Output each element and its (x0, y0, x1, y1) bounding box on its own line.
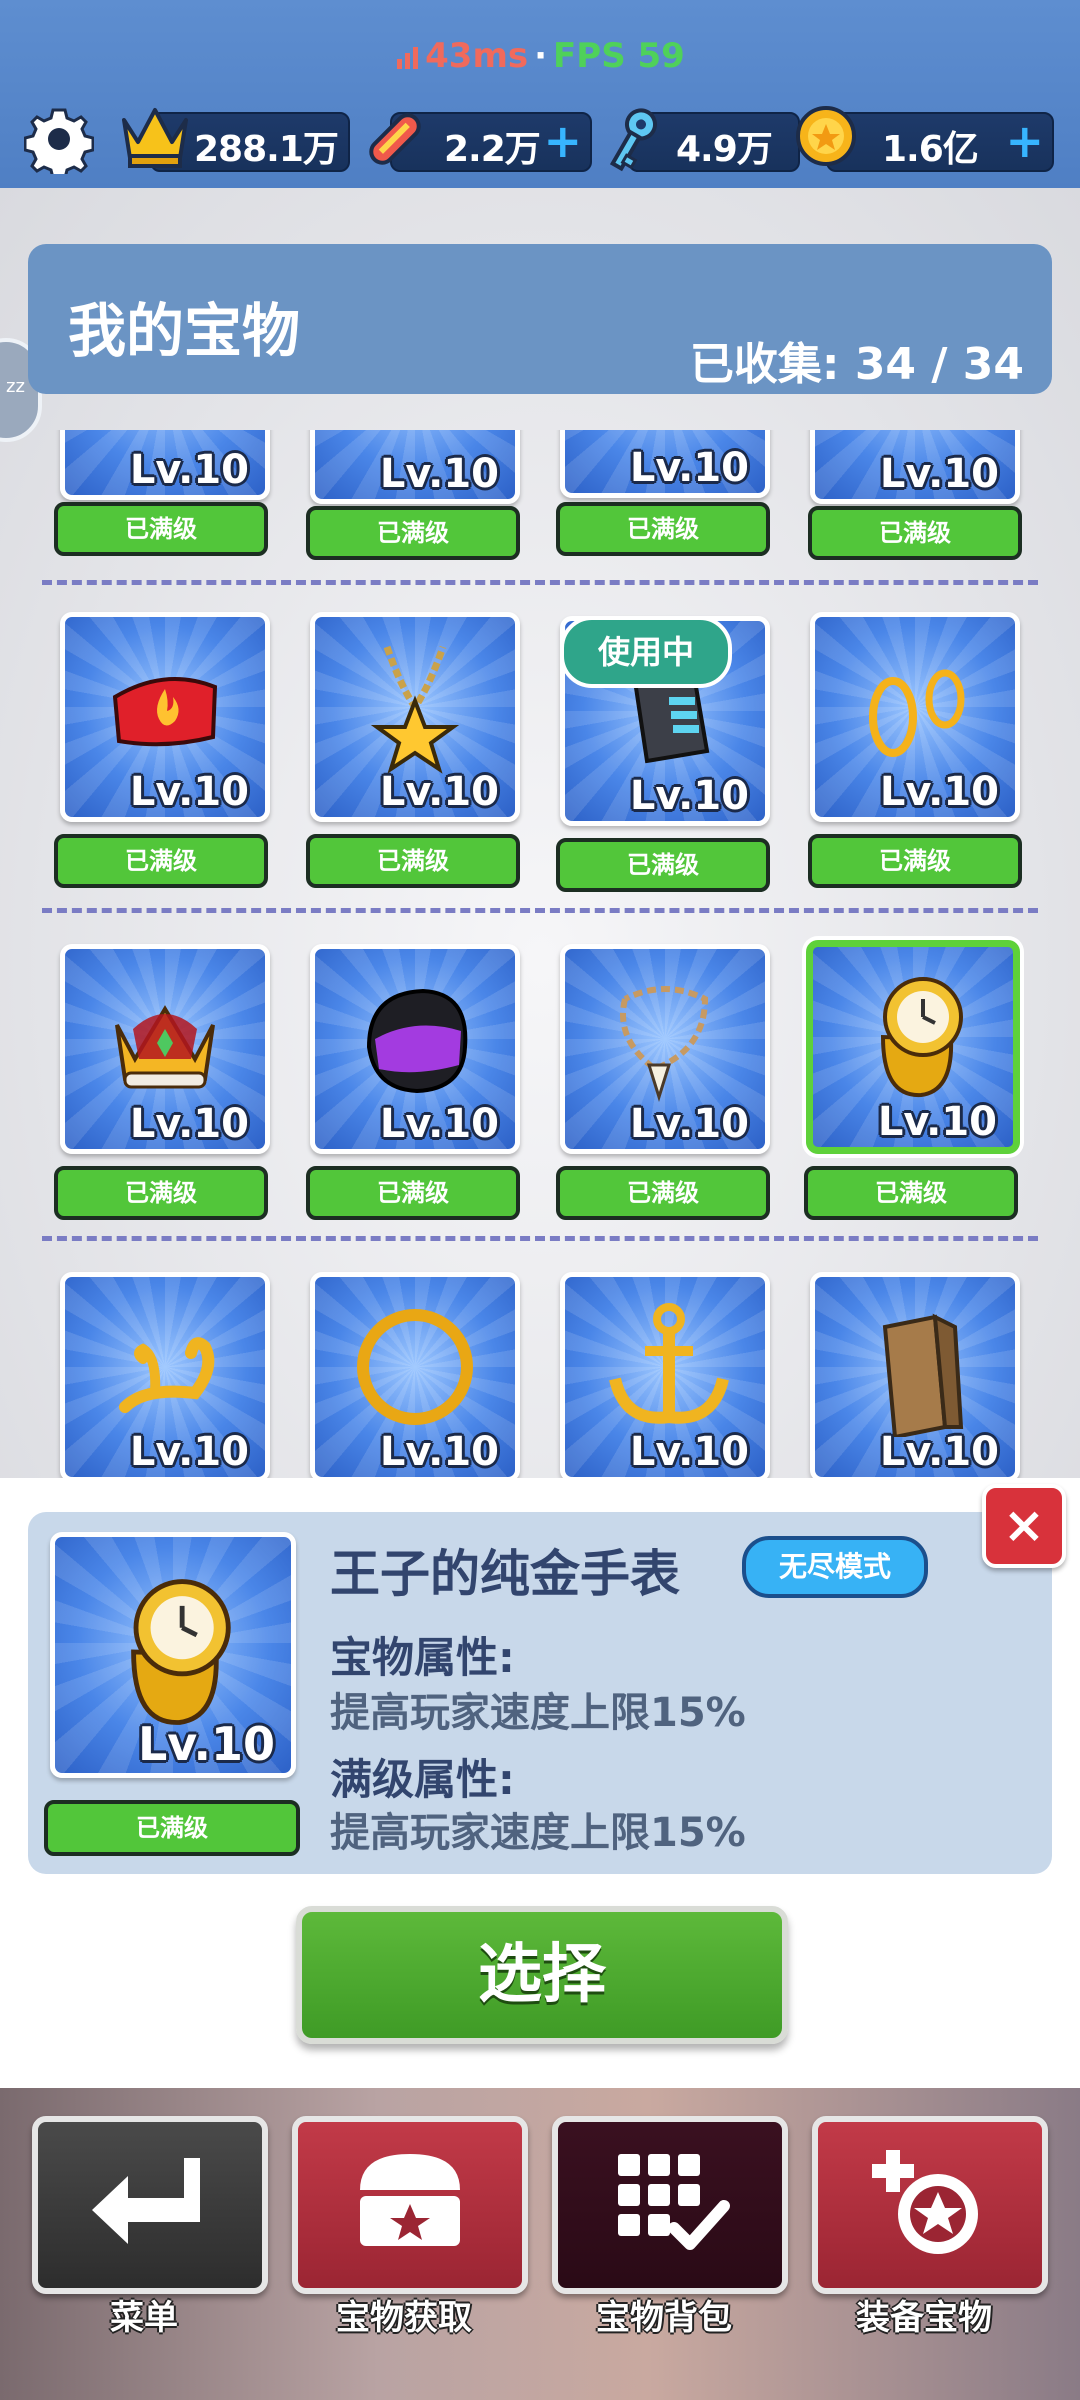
treasure-card-gold-ring[interactable]: Lv.10 (310, 1272, 520, 1478)
ping-value: 43ms (425, 36, 529, 76)
detail-max-level-badge: 已满级 (44, 1800, 300, 1856)
coin-icon (796, 106, 856, 166)
tower-building-icon (882, 1313, 964, 1437)
fps-value: FPS 59 (553, 36, 685, 76)
gear-icon[interactable] (24, 104, 94, 174)
detail-item-image: Lv.10 (50, 1532, 296, 1778)
select-button[interactable]: 选择 (296, 1906, 788, 2044)
treasure-card[interactable]: Lv.10 (810, 430, 1020, 504)
grid-check-icon (618, 2154, 730, 2250)
gold-earrings-icon (869, 669, 965, 757)
treasure-obtain-label: 宝物获取 (336, 2298, 472, 2338)
max-level-badge: 已满级 (804, 1166, 1018, 1220)
tooth-necklace-icon (620, 986, 709, 1103)
fire-hat-icon (112, 677, 218, 747)
treasure-card-gold-scroll[interactable]: Lv.10 (60, 1272, 270, 1478)
max-level-badge: 已满级 (556, 502, 770, 556)
gold-scroll-icon (119, 1337, 215, 1413)
treasure-card[interactable]: Lv.10 (310, 430, 520, 504)
collected-count: 已收集: 34 / 34 (689, 339, 1024, 390)
max-level-badge: 已满级 (54, 834, 268, 888)
row-divider (42, 908, 1038, 913)
page-title: 我的宝物 (68, 297, 301, 365)
attribute-title: 宝物属性: (330, 1633, 515, 1682)
racing-helmet-icon (366, 988, 468, 1094)
treasure-card[interactable]: Lv.10 (60, 430, 270, 500)
attribute-value: 提高玩家速度上限15% (330, 1690, 746, 1736)
close-button[interactable]: × (982, 1484, 1066, 1568)
max-level-badge: 已满级 (808, 834, 1022, 888)
in-use-badge: 使用中 (560, 616, 732, 688)
menu-button[interactable] (32, 2116, 268, 2294)
max-level-badge: 已满级 (808, 506, 1022, 560)
treasure-bag-button[interactable] (552, 2116, 788, 2294)
equip-treasure-label: 装备宝物 (856, 2298, 992, 2338)
coin-currency: 1.6亿 + (826, 112, 1054, 172)
max-level-badge: 已满级 (54, 502, 268, 556)
treasure-card[interactable]: Lv.10 (560, 430, 770, 498)
treasure-header: 我的宝物 已收集: 34 / 34 (28, 244, 1052, 394)
endless-mode-badge: 无尽模式 (742, 1536, 928, 1598)
treasure-bag-label: 宝物背包 (596, 2298, 732, 2338)
treasure-obtain-button[interactable] (292, 2116, 528, 2294)
crown-value: 288.1万 (194, 129, 339, 170)
key-value: 4.9万 (676, 129, 773, 170)
treasure-card-gold-watch-selected[interactable]: Lv.10 (806, 940, 1020, 1154)
max-level-badge: 已满级 (306, 1166, 520, 1220)
treasure-card-tower[interactable]: Lv.10 (810, 1272, 1020, 1478)
max-level-badge: 已满级 (54, 1166, 268, 1220)
treasure-card-crown[interactable]: Lv.10 (60, 944, 270, 1154)
max-level-badge: 已满级 (556, 1166, 770, 1220)
gold-ring-icon (357, 1309, 473, 1425)
board-value: 2.2万 (444, 129, 541, 170)
treasure-card-tooth-necklace[interactable]: Lv.10 (560, 944, 770, 1154)
close-icon: × (1003, 1496, 1045, 1554)
treasure-chest-icon (360, 2154, 460, 2246)
menu-label: 菜单 (110, 2298, 178, 2338)
gold-watch-icon (880, 977, 963, 1098)
anchor-icon (609, 1303, 729, 1424)
signal-icon (397, 46, 419, 69)
treasure-card-helmet[interactable]: Lv.10 (310, 944, 520, 1154)
treasure-card-fire-hat[interactable]: Lv.10 (60, 612, 270, 822)
max-level-badge: 已满级 (306, 506, 520, 560)
treasure-grid[interactable]: Lv.10 Lv.10 Lv.10 Lv.10 已满级 已满级 已满级 已满级 … (0, 430, 1080, 1478)
treasure-card-gold-earrings[interactable]: Lv.10 (810, 612, 1020, 822)
equip-treasure-button[interactable] (812, 2116, 1048, 2294)
add-board-icon[interactable]: + (543, 118, 582, 164)
star-necklace-icon (370, 645, 460, 774)
row-divider (42, 580, 1038, 585)
royal-crown-icon (115, 1005, 215, 1089)
max-attribute-value: 提高玩家速度上限15% (330, 1810, 746, 1856)
network-status: 43ms · FPS 59 (0, 36, 1080, 76)
treasure-card-star-necklace[interactable]: Lv.10 (310, 612, 520, 822)
key-icon (609, 108, 657, 172)
crown-icon (122, 108, 188, 168)
hoverboard-icon (369, 113, 421, 165)
return-arrow-icon (92, 2158, 200, 2244)
treasure-card-anchor[interactable]: Lv.10 (560, 1272, 770, 1478)
max-level-badge: 已满级 (556, 838, 770, 892)
max-attribute-title: 满级属性: (330, 1755, 515, 1804)
coin-value: 1.6亿 (882, 129, 979, 170)
treasure-name: 王子的纯金手表 (330, 1545, 680, 1603)
top-bar: 43ms · FPS 59 288.1万 2.2万 + 4.9万 1.6亿 + (0, 0, 1080, 188)
max-level-badge: 已满级 (306, 834, 520, 888)
add-coin-icon[interactable]: + (1005, 118, 1044, 164)
row-divider (42, 1236, 1038, 1241)
gold-watch-icon (131, 1579, 231, 1725)
equip-medal-icon (872, 2150, 978, 2254)
